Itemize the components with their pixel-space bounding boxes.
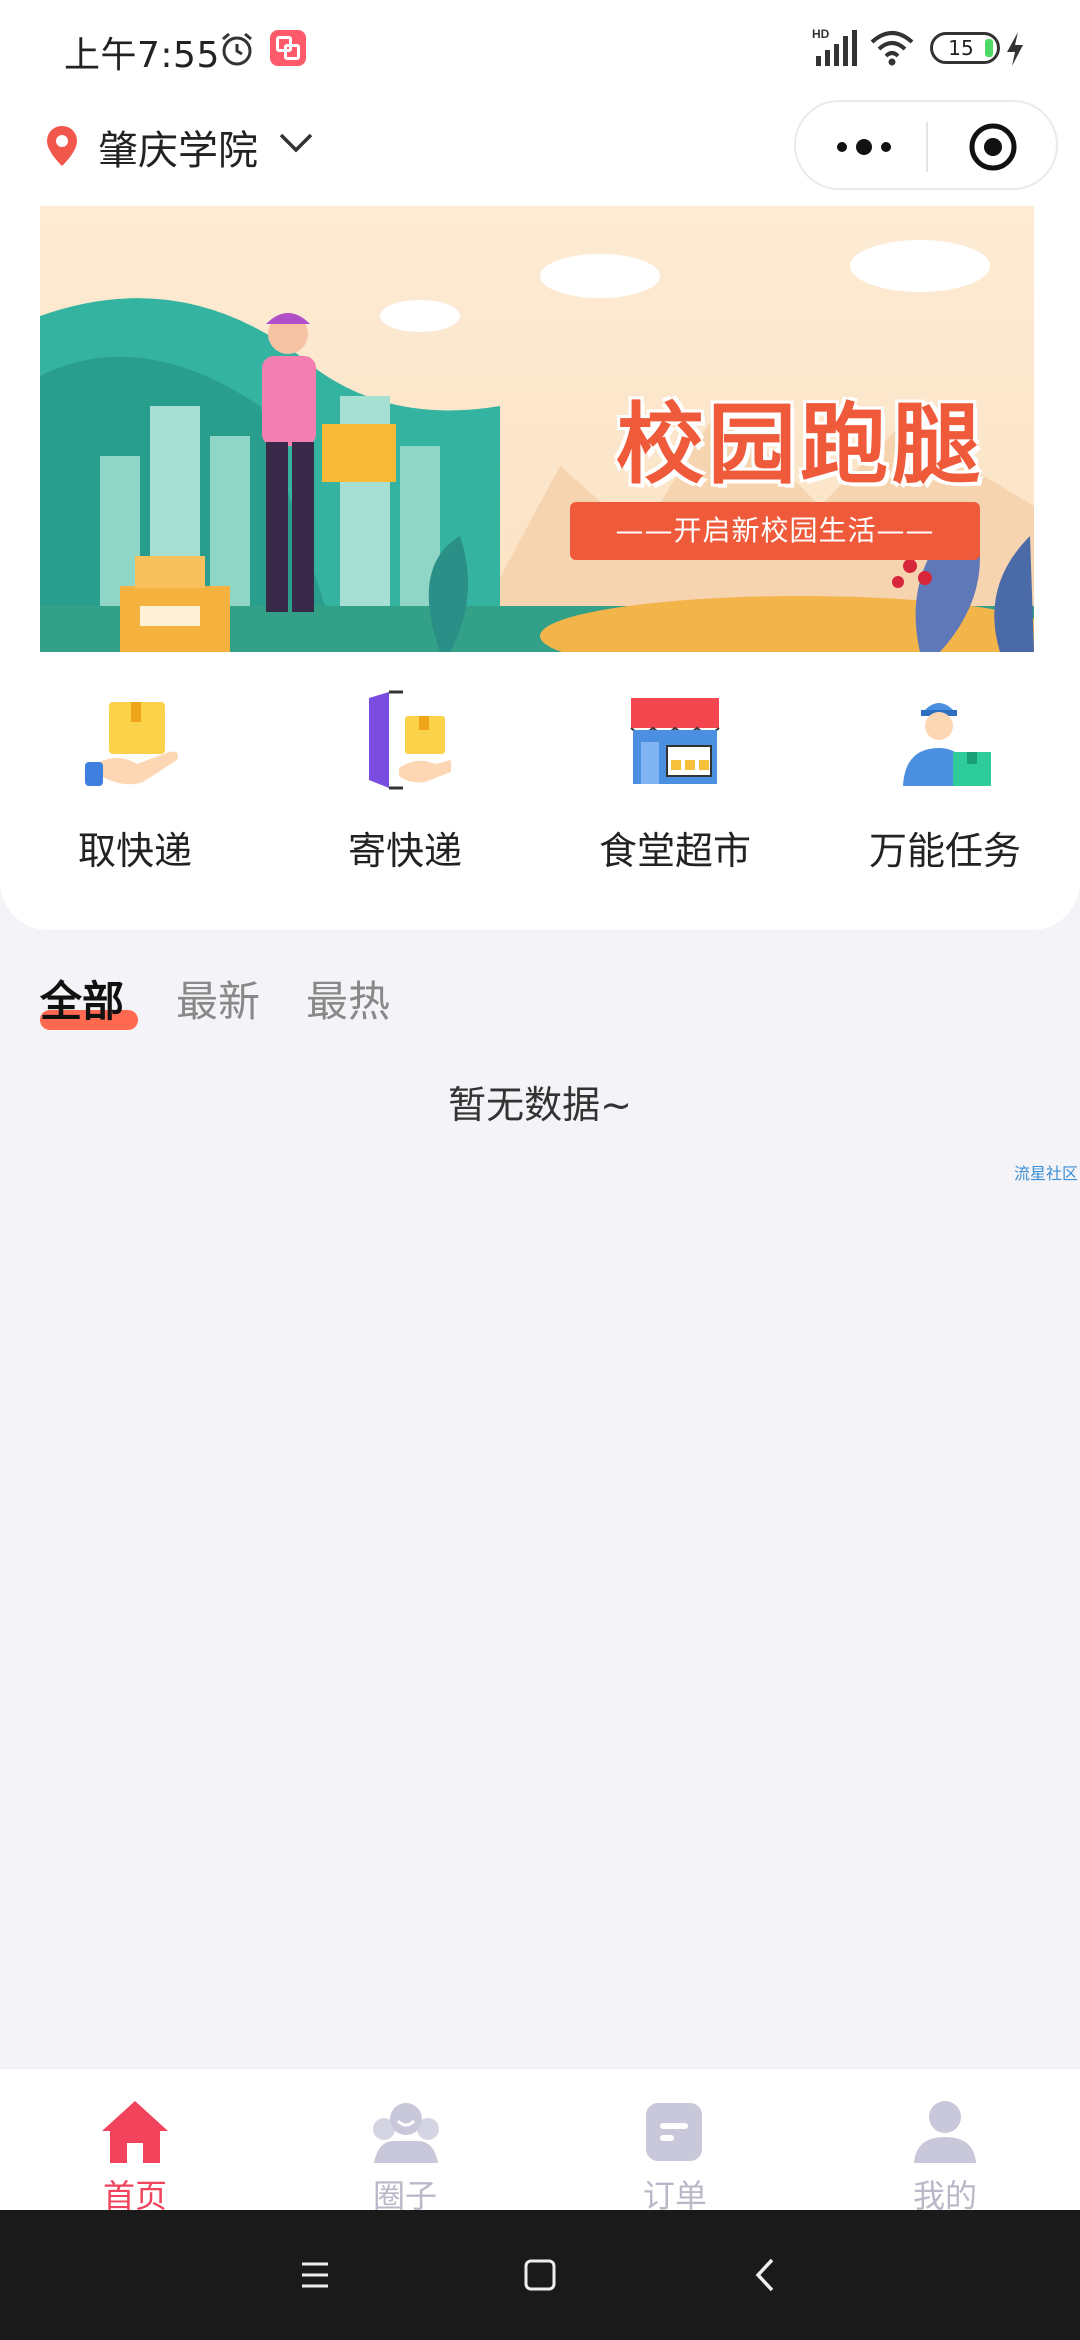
tab-label: 最热 — [306, 977, 391, 1026]
order-icon — [646, 2103, 702, 2161]
close-miniprogram-icon[interactable] — [968, 122, 1018, 172]
service-label: 食堂超市 — [598, 829, 751, 873]
battery-level: 15 — [948, 36, 974, 60]
banner-subtitle: ——开启新校园生活—— — [570, 502, 980, 560]
empty-state-text: 暂无数据~ — [448, 1083, 632, 1127]
capsule-divider — [926, 122, 928, 172]
tabbar-community[interactable]: 圈子 — [270, 2069, 540, 2215]
menu-icon[interactable] — [290, 2250, 340, 2300]
home-icon — [102, 2101, 168, 2163]
alarm-icon — [222, 32, 252, 66]
package-pickup-icon — [85, 702, 178, 786]
banner-title: 校园跑腿 — [615, 393, 984, 496]
package-send-icon — [369, 690, 451, 790]
tab-all[interactable]: 全部 — [40, 968, 138, 1030]
wifi-icon — [870, 31, 914, 66]
service-canteen-store[interactable]: 食堂超市 — [540, 690, 810, 890]
promo-banner[interactable]: 校园跑腿 ——开启新校园生活—— — [40, 206, 1034, 652]
chevron-down-icon[interactable] — [278, 130, 314, 156]
home-nav-icon[interactable] — [515, 2250, 565, 2300]
service-general-task[interactable]: 万能任务 — [810, 690, 1080, 890]
profile-icon — [914, 2101, 976, 2163]
community-icon — [373, 2103, 439, 2163]
service-label: 寄快递 — [347, 829, 462, 873]
courier-icon — [903, 703, 991, 786]
community-watermark[interactable]: 流星社区 — [1014, 1160, 1078, 1184]
service-send-package[interactable]: 寄快递 — [270, 690, 540, 890]
tabbar-orders[interactable]: 订单 — [540, 2069, 810, 2215]
cellular-signal-icon: HD — [812, 27, 857, 66]
service-pickup-package[interactable]: 取快递 — [0, 690, 270, 890]
service-grid: 取快递 寄快递 食堂超市 万能任务 — [0, 690, 1080, 890]
campus-selector[interactable]: 肇庆学院 — [98, 118, 258, 176]
service-label: 万能任务 — [868, 829, 1021, 873]
status-bar: 上午7:55 HD 15 — [0, 0, 1080, 100]
network-type: HD — [812, 27, 830, 41]
miniprogram-capsule — [794, 100, 1058, 190]
more-icon[interactable] — [832, 132, 896, 162]
location-pin-icon[interactable] — [44, 124, 80, 168]
tabbar-home[interactable]: 首页 — [0, 2069, 270, 2215]
tabbar-profile[interactable]: 我的 — [810, 2069, 1080, 2215]
tab-hottest[interactable]: 最热 — [306, 968, 390, 1029]
system-navigation-bar — [0, 2210, 1080, 2340]
tab-label: 全部 — [40, 977, 125, 1026]
tab-latest[interactable]: 最新 — [176, 968, 260, 1029]
status-time: 上午7:55 — [64, 35, 220, 76]
back-icon[interactable] — [742, 2250, 792, 2300]
service-label: 取快递 — [77, 829, 192, 873]
store-icon — [630, 698, 720, 784]
bottom-tab-bar: 首页 圈子 订单 我的 — [0, 2068, 1080, 2215]
battery-indicator: 15 — [930, 32, 1000, 64]
app-notification-icon — [270, 30, 306, 66]
charging-bolt-icon — [1007, 32, 1023, 66]
tab-label: 最新 — [176, 977, 261, 1026]
